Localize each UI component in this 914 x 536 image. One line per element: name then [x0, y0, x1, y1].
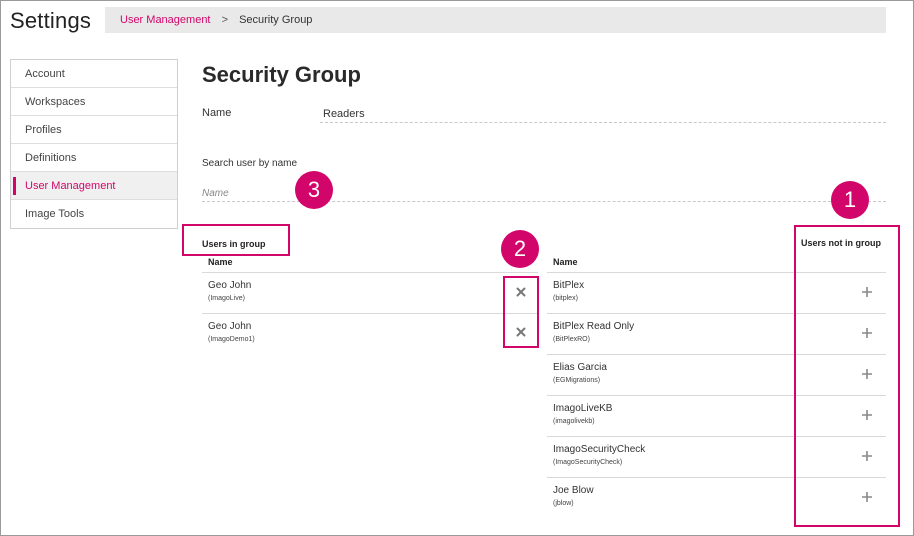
sidebar-item-profiles[interactable]: Profiles	[11, 116, 177, 144]
user-login: (ImagoLive)	[208, 295, 245, 302]
callout-badge-2: 2	[501, 230, 539, 268]
page-title: Security Group	[202, 62, 361, 87]
callout-box-2	[503, 276, 539, 348]
users-in-group-name-header: Name	[208, 257, 233, 267]
sidebar-item-image-tools[interactable]: Image Tools	[11, 200, 177, 228]
app-title: Settings	[10, 8, 92, 33]
divider	[202, 272, 538, 273]
user-name: BitPlex	[553, 280, 585, 291]
user-login: (jblow)	[553, 500, 574, 507]
sidebar-item-user-management[interactable]: User Management	[11, 172, 177, 200]
user-name: Geo John	[208, 321, 252, 332]
sidebar-item-account[interactable]: Account	[11, 60, 177, 88]
user-login: (imagolivekb)	[553, 418, 595, 425]
callout-badge-1: 1	[831, 181, 869, 219]
user-name: BitPlex Read Only	[553, 321, 635, 332]
user-name: ImagoSecurityCheck	[553, 444, 646, 455]
sidebar-item-definitions[interactable]: Definitions	[11, 144, 177, 172]
search-label: Search user by name	[202, 158, 298, 169]
user-name: Geo John	[208, 280, 252, 291]
group-name-field[interactable]	[320, 106, 886, 123]
user-login: (BitPlexRO)	[553, 336, 590, 343]
user-login: (bitplex)	[553, 295, 578, 302]
breadcrumb-separator: >	[221, 14, 228, 26]
callout-box-3	[182, 224, 290, 256]
user-name: ImagoLiveKB	[553, 403, 613, 414]
sidebar: Account Workspaces Profiles Definitions …	[10, 59, 178, 229]
user-login: (ImagoDemo1)	[208, 336, 255, 343]
breadcrumb-current: Security Group	[239, 14, 313, 26]
user-name: Elias Garcia	[553, 362, 607, 373]
callout-box-1	[794, 225, 900, 527]
breadcrumb: User Management > Security Group	[105, 7, 886, 33]
name-label: Name	[202, 107, 232, 119]
breadcrumb-link-user-management[interactable]: User Management	[120, 14, 211, 26]
user-name: Joe Blow	[553, 485, 594, 496]
user-login: (ImagoSecurityCheck)	[553, 459, 623, 466]
sidebar-item-workspaces[interactable]: Workspaces	[11, 88, 177, 116]
divider	[202, 313, 538, 314]
users-not-in-group-name-header: Name	[553, 257, 578, 267]
callout-badge-3: 3	[295, 171, 333, 209]
user-login: (EGMigrations)	[553, 377, 601, 384]
